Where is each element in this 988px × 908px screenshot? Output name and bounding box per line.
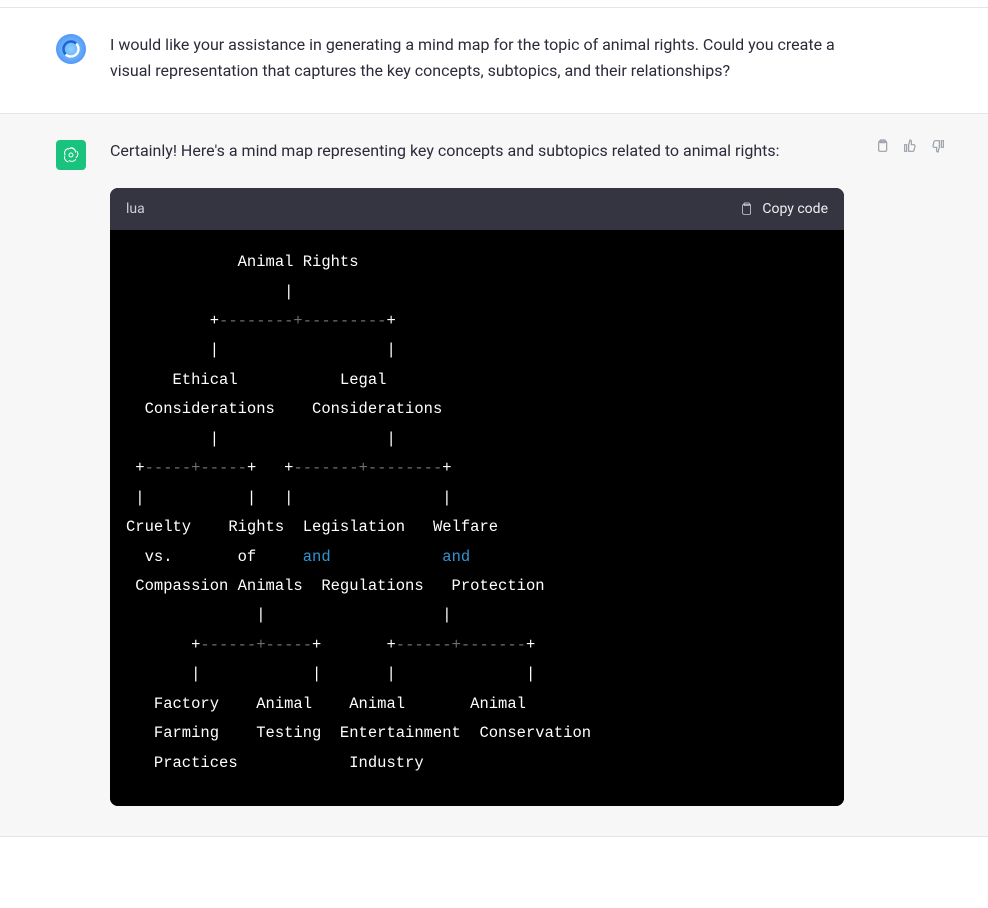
top-border	[0, 0, 988, 8]
copy-code-label: Copy code	[762, 198, 828, 220]
clipboard-icon	[738, 201, 754, 217]
thumbs-up-icon	[902, 138, 918, 154]
code-body: Animal Rights | +--------+---------+ | |…	[110, 230, 844, 806]
openai-logo-icon	[60, 144, 82, 166]
thumbs-down-icon	[930, 138, 946, 154]
thumbs-up-button[interactable]	[902, 138, 920, 156]
assistant-message-content: Certainly! Here's a mind map representin…	[110, 138, 864, 806]
assistant-avatar	[56, 140, 86, 170]
code-content: Animal Rights | +--------+---------+ | |…	[126, 248, 828, 778]
assistant-message-row: Certainly! Here's a mind map representin…	[0, 114, 988, 837]
code-block: lua Copy code Animal Rights | +--------+…	[110, 188, 844, 806]
user-message-text: I would like your assistance in generati…	[110, 32, 864, 83]
copy-code-button[interactable]: Copy code	[738, 198, 828, 220]
copy-message-button[interactable]	[874, 138, 892, 156]
clipboard-icon	[874, 138, 890, 154]
code-language-label: lua	[126, 198, 145, 220]
user-actions	[864, 32, 948, 83]
thumbs-down-button[interactable]	[930, 138, 948, 156]
user-avatar-icon	[61, 39, 81, 59]
user-avatar	[56, 34, 86, 64]
user-message-row: I would like your assistance in generati…	[0, 8, 988, 114]
code-header: lua Copy code	[110, 188, 844, 230]
assistant-actions	[864, 138, 948, 806]
assistant-message-text: Certainly! Here's a mind map representin…	[110, 138, 844, 164]
